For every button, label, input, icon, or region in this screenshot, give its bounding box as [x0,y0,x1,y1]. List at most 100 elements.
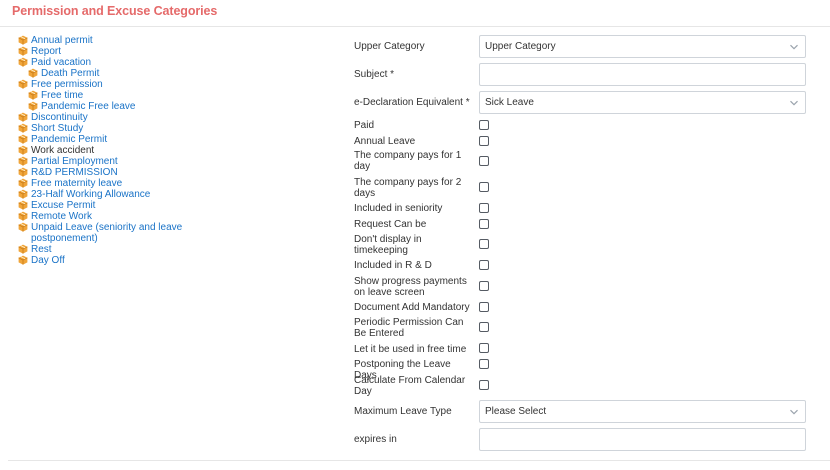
tree-item-label: R&D PERMISSION [31,167,118,178]
checkbox-label: Periodic Permission Can Be Entered [354,317,464,339]
checkbox-label: Don't display in timekeeping [354,234,422,256]
folder-box-icon [28,101,38,111]
checkbox[interactable] [479,182,489,192]
folder-box-icon [18,112,28,122]
folder-box-icon [18,200,28,210]
checkbox[interactable] [479,380,489,390]
folder-box-icon [18,156,28,166]
max-leave-type-value: Please Select [485,406,547,417]
subject-input[interactable] [479,63,806,86]
tree-item[interactable]: Pandemic Permit [18,134,188,145]
upper-category-select[interactable]: Upper Category [479,35,806,58]
tree-item[interactable]: Free time [18,90,188,101]
max-leave-type-label: Maximum Leave Type [354,406,452,417]
page-title: Permission and Excuse Categories [12,4,218,18]
checkbox-label: The company pays for 2 days [354,177,462,199]
checkbox[interactable] [479,343,489,353]
tree-item[interactable]: Day Off [18,255,188,266]
folder-box-icon [18,211,28,221]
checkbox[interactable] [479,302,489,312]
folder-box-icon [18,255,28,265]
checkbox-label: Document Add Mandatory [354,302,470,313]
folder-box-icon [18,35,28,45]
tree-item-label: Annual permit [31,35,93,46]
folder-box-icon [18,189,28,199]
expires-in-input[interactable] [479,428,806,451]
chevron-down-icon [790,44,798,50]
tree-item-label: Free time [41,90,84,101]
checkbox-label: Paid [354,120,375,131]
tree-item-label: Work accident [31,145,95,156]
checkbox[interactable] [479,281,489,291]
tree-item-label: Pandemic Permit [31,134,108,145]
tree-item-label: Free permission [31,79,103,90]
tree-item[interactable]: Discontinuity [18,112,188,123]
tree-item[interactable]: Short Study [18,123,188,134]
tree-item-label: Unpaid Leave (seniority and leave postpo… [31,222,183,244]
checkbox-label: Annual Leave [354,136,416,147]
checkbox[interactable] [479,203,489,213]
subject-label: Subject * [354,69,395,80]
tree-item[interactable]: Annual permit [18,35,188,46]
page-header: Permission and Excuse Categories [0,0,830,27]
footer-divider [8,460,830,461]
tree-item-label: Discontinuity [31,112,88,123]
checkbox[interactable] [479,219,489,229]
folder-box-icon [18,178,28,188]
folder-box-icon [18,57,28,67]
folder-box-icon [18,134,28,144]
folder-box-icon [28,68,38,78]
folder-box-icon [28,90,38,100]
folder-box-icon [18,123,28,133]
category-tree: Annual permit Report Paid vacation Death Pe… [18,35,188,266]
checkbox[interactable] [479,322,489,332]
checkbox[interactable] [479,136,489,146]
chevron-down-icon [790,100,798,106]
tree-item[interactable]: Free maternity leave [18,178,188,189]
edeclaration-value: Sick Leave [485,97,534,108]
tree-item[interactable]: Work accident [18,145,188,156]
tree-item-label: Free maternity leave [31,178,123,189]
tree-item[interactable]: Paid vacation [18,57,188,68]
checkbox[interactable] [479,120,489,130]
edeclaration-select[interactable]: Sick Leave [479,91,806,114]
tree-item[interactable]: Rest [18,244,188,255]
tree-item[interactable]: Report [18,46,188,57]
folder-box-icon [18,46,28,56]
checkbox-label: The company pays for 1 day [354,150,462,172]
tree-item[interactable]: R&D PERMISSION [18,167,188,178]
folder-box-icon [18,244,28,254]
tree-item-label: Report [31,46,62,57]
checkbox[interactable] [479,239,489,249]
folder-box-icon [18,222,28,232]
tree-item[interactable]: Excuse Permit [18,200,188,211]
tree-item[interactable]: Free permission [18,79,188,90]
checkbox-label: Included in seniority [354,203,443,214]
tree-item[interactable]: Unpaid Leave (seniority and leave postpo… [18,222,188,244]
tree-item-label: Excuse Permit [31,200,96,211]
tree-item-label: 23-Half Working Allowance [31,189,151,200]
folder-box-icon [18,167,28,177]
upper-category-label: Upper Category [354,41,425,52]
max-leave-type-select[interactable]: Please Select [479,400,806,423]
checkbox[interactable] [479,156,489,166]
expires-in-label: expires in [354,434,397,445]
checkbox[interactable] [479,359,489,369]
tree-item-label: Paid vacation [31,57,92,68]
tree-item-label: Remote Work [31,211,92,222]
tree-item[interactable]: Remote Work [18,211,188,222]
tree-item[interactable]: Partial Employment [18,156,188,167]
tree-item[interactable]: Death Permit [18,68,188,79]
folder-box-icon [18,79,28,89]
checkbox[interactable] [479,260,489,270]
checkbox-label: Show progress payments on leave screen [354,276,467,298]
tree-item-label: Partial Employment [31,156,118,167]
checkbox-label: Request Can be [354,219,427,230]
checkbox-label: Let it be used in free time [354,344,467,355]
tree-item[interactable]: 23-Half Working Allowance [18,189,188,200]
tree-item-label: Day Off [31,255,65,266]
chevron-down-icon [790,409,798,415]
folder-box-icon [18,145,28,155]
tree-item[interactable]: Pandemic Free leave [18,101,188,112]
checkbox-label: Calculate From Calendar Day [354,375,466,397]
